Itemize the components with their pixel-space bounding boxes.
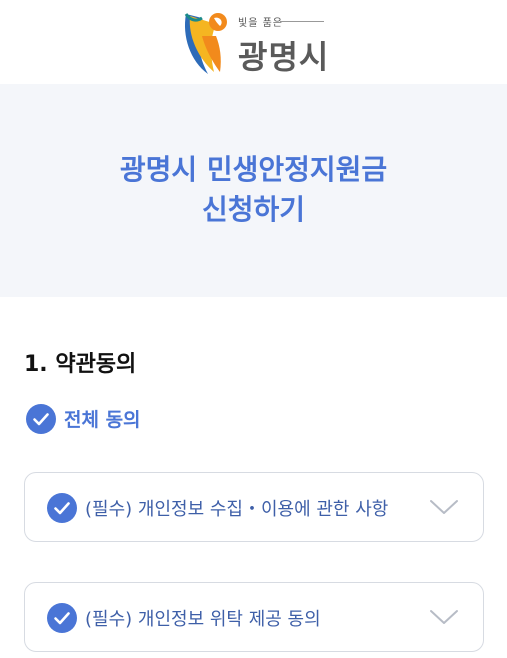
gwangmyeong-logo-mark-icon — [184, 13, 227, 74]
agree-all-checkbox[interactable] — [26, 404, 56, 434]
terms-item-privacy-consignment[interactable]: (필수) 개인정보 위탁 제공 동의 — [24, 582, 484, 652]
agree-all-label[interactable]: 전체 동의 — [64, 405, 141, 432]
terms-item-privacy-collection[interactable]: (필수) 개인정보 수집・이용에 관한 사항 — [24, 472, 484, 542]
city-logo[interactable]: 빛을 품은 광명시 — [180, 6, 340, 78]
terms-item-checkbox[interactable] — [47, 603, 77, 633]
check-circle-icon — [54, 612, 70, 625]
check-circle-icon — [54, 502, 70, 515]
section-title-terms: 1. 약관동의 — [24, 352, 137, 377]
page-title-line2: 신청하기 — [201, 193, 306, 226]
terms-item-checkbox[interactable] — [47, 493, 77, 523]
header-logo-bar: 빛을 품은 광명시 — [0, 0, 507, 84]
chevron-down-icon[interactable] — [429, 495, 459, 519]
logo-slogan: 빛을 품은 — [238, 18, 283, 29]
chevron-down-icon[interactable] — [429, 605, 459, 629]
check-circle-icon — [33, 413, 49, 426]
page-title-line1: 광명시 민생안정지원금 — [119, 153, 388, 186]
terms-item-label: (필수) 개인정보 위탁 제공 동의 — [85, 609, 321, 630]
logo-city-name: 광명시 — [238, 38, 330, 76]
terms-item-label: (필수) 개인정보 수집・이용에 관한 사항 — [85, 499, 389, 520]
logo-slogan-divider — [280, 21, 324, 22]
page-title: 광명시 민생안정지원금 신청하기 — [0, 150, 507, 230]
